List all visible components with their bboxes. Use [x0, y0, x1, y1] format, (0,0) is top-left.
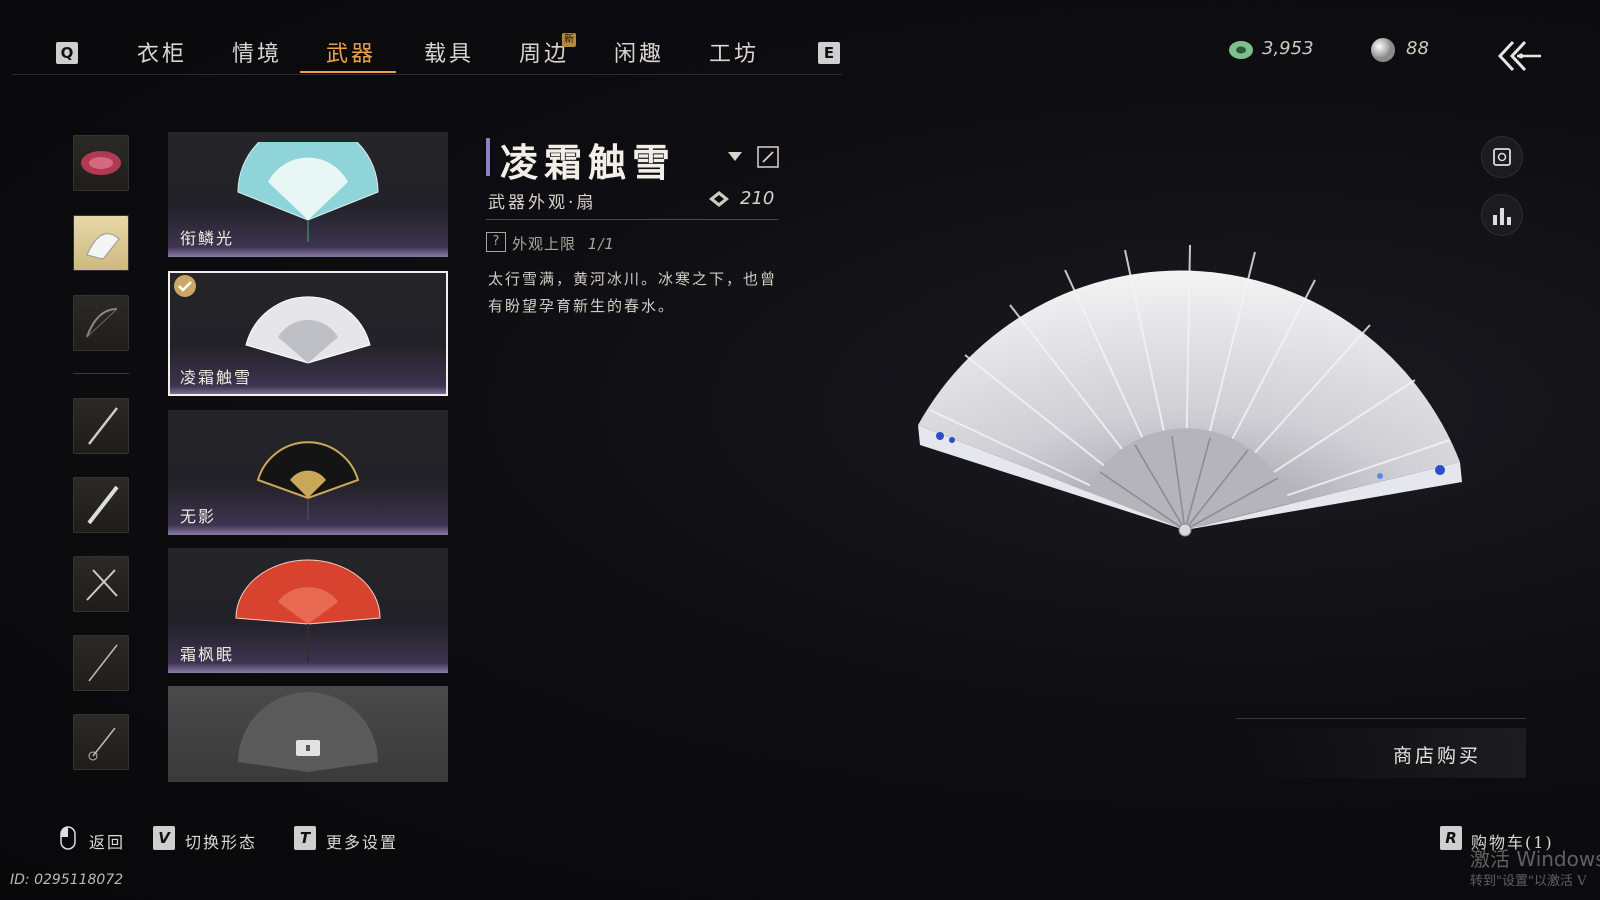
item-description: 太行雪满，黄河冰川。冰寒之下，也曾有盼望孕育新生的春水。	[488, 270, 778, 315]
nav-prev-key[interactable]: Q	[56, 42, 78, 64]
nav-divider	[12, 74, 842, 75]
fan-preview-image	[918, 244, 1462, 537]
lock-icon	[296, 740, 320, 756]
pearl-amount: 88	[1406, 38, 1429, 59]
tab-wardrobe[interactable]: 衣柜	[137, 36, 187, 68]
limit-value: 1/1	[587, 235, 615, 253]
camera-icon	[1493, 148, 1511, 166]
item-name: 衔鳞光	[180, 229, 235, 248]
category-bow[interactable]	[73, 295, 129, 351]
windows-watermark-sub: 转到"设置"以激活 V	[1470, 874, 1587, 889]
item-name: 霜枫眠	[180, 645, 235, 664]
category-sword[interactable]	[73, 398, 129, 454]
fan-thumbnail-icon	[237, 142, 379, 242]
dropdown-arrow-icon[interactable]	[727, 150, 743, 162]
owned-check-icon	[174, 275, 196, 297]
fan-icon	[86, 233, 120, 260]
jade-currency-icon	[1229, 41, 1253, 59]
new-badge: 新	[562, 33, 576, 47]
pearl-currency-icon	[1371, 38, 1395, 62]
item-name: 凌霜触雪	[180, 368, 253, 387]
limit-label: 外观上限	[512, 235, 577, 253]
tab-workshop[interactable]: 工坊	[709, 36, 759, 68]
dual-blades-icon	[86, 569, 118, 601]
back-arrow-icon[interactable]	[1497, 38, 1543, 74]
detail-divider	[486, 219, 778, 220]
fan-thumbnail-icon	[256, 441, 360, 520]
more-settings-hint[interactable]: 更多设置	[326, 829, 398, 853]
spear-icon	[88, 644, 118, 682]
blade-icon	[87, 485, 119, 525]
appearance-score: 210	[740, 188, 775, 209]
back-hint[interactable]: 返回	[89, 829, 125, 853]
category-rope-dart[interactable]	[73, 714, 129, 770]
edit-icon[interactable]	[757, 146, 779, 168]
switch-form-hint[interactable]: 切换形态	[185, 829, 257, 853]
item-card[interactable]: 霜枫眠	[168, 548, 448, 673]
item-name: 无影	[180, 507, 217, 526]
shop-buy-button[interactable]: 商店购买	[1236, 728, 1526, 778]
cart-key[interactable]: R	[1440, 826, 1462, 850]
bow-icon	[86, 308, 118, 338]
active-tab-indicator	[300, 71, 396, 73]
jade-amount: 3,953	[1262, 38, 1314, 59]
tab-scene[interactable]: 情境	[232, 36, 282, 68]
category-blade[interactable]	[73, 477, 129, 533]
item-card-selected[interactable]: 凌霜触雪	[168, 271, 448, 396]
item-card-locked[interactable]	[168, 686, 448, 782]
tab-vehicle[interactable]: 载具	[424, 36, 474, 68]
mouse-right-icon	[60, 826, 76, 850]
appearance-score-icon	[709, 191, 729, 207]
sword-icon	[88, 407, 118, 445]
player-id: ID: 0295118072	[10, 872, 124, 888]
windows-watermark: 激活 Windows	[1470, 847, 1600, 871]
category-umbrella[interactable]	[73, 135, 129, 191]
category-divider	[73, 373, 129, 374]
camera-button[interactable]	[1482, 137, 1522, 177]
fan-thumbnail-icon	[235, 559, 381, 662]
nav-next-key[interactable]: E	[818, 42, 840, 64]
tab-leisure[interactable]: 闲趣	[614, 36, 664, 68]
category-fan[interactable]	[73, 215, 129, 271]
switch-form-key[interactable]: V	[153, 826, 175, 850]
more-settings-key[interactable]: T	[294, 826, 316, 850]
title-accent-bar	[486, 138, 490, 176]
appearance-limit: 外观上限 1/1	[512, 233, 615, 254]
shop-divider	[1236, 718, 1526, 719]
shop-buy-label: 商店购买	[1392, 745, 1481, 767]
umbrella-icon	[81, 151, 121, 175]
rope-dart-icon	[88, 727, 116, 761]
stats-button[interactable]	[1482, 195, 1522, 235]
help-icon[interactable]: ?	[486, 232, 506, 252]
category-spear[interactable]	[73, 635, 129, 691]
bar-chart-icon	[1493, 208, 1511, 225]
item-card[interactable]: 无影	[168, 410, 448, 535]
tab-weapon[interactable]: 武器	[326, 36, 376, 68]
item-title: 凌霜触雪	[500, 140, 677, 185]
category-dual-blades[interactable]	[73, 556, 129, 612]
item-card[interactable]: 衔鳞光	[168, 132, 448, 257]
item-type: 武器外观·扇	[488, 193, 597, 213]
